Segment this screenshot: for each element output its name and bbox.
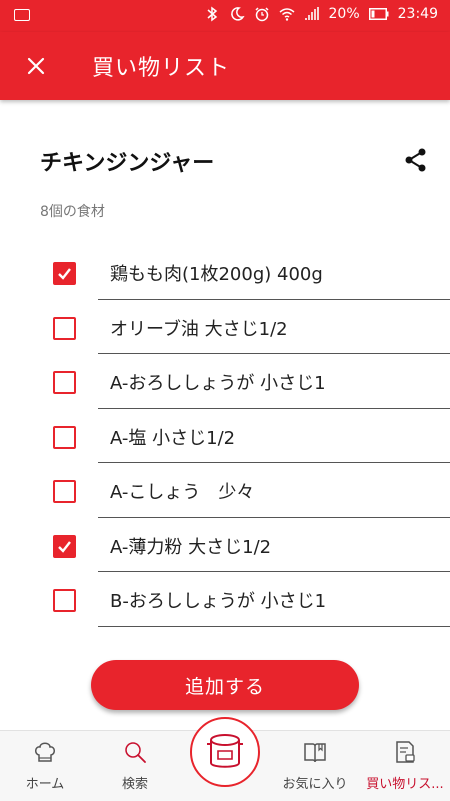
bluetooth-icon [207, 6, 217, 22]
nav-search-label: 検索 [121, 777, 148, 792]
close-icon[interactable] [22, 52, 50, 80]
ingredient-checkbox[interactable] [53, 262, 76, 285]
ingredient-checkbox[interactable] [53, 589, 76, 612]
page-title: 買い物リスト [92, 56, 231, 81]
battery-icon [368, 8, 389, 20]
ingredient-count: 8個の食材 [40, 204, 105, 220]
ingredient-label: A-こしょう 少々 [110, 482, 255, 503]
nav-shopping-list[interactable]: 買い物リス... [360, 731, 450, 801]
ingredient-list: 鶏もも肉(1枚200g) 400g オリーブ油 大さじ1/2 A-おろししょうが 小… [0, 245, 450, 650]
ingredient-label: A-薄力粉 大さじ1/2 [110, 536, 272, 558]
nav-search[interactable]: 検索 [90, 731, 180, 801]
list-item[interactable]: A-おろししょうが 小さじ1 [0, 354, 450, 409]
recipe-book-icon [304, 743, 326, 763]
nav-favorites-label: お気に入り [282, 777, 348, 792]
alarm-icon [254, 7, 269, 22]
nav-home-label: ホーム [25, 777, 65, 792]
ingredient-label: 鶏もも肉(1枚200g) 400g [110, 264, 323, 285]
status-icons: 20% 23:49 [204, 6, 438, 22]
app-bar: 買い物リスト [0, 32, 450, 100]
check-icon [58, 540, 71, 553]
ingredient-label: オリーブ油 大さじ1/2 [110, 318, 288, 340]
list-item[interactable]: 鶏もも肉(1枚200g) 400g [0, 245, 450, 300]
signal-icon [304, 7, 319, 20]
gallery-notification-icon [14, 9, 30, 21]
status-bar: 20% 23:49 [0, 0, 450, 32]
chef-hat-icon [35, 742, 55, 762]
shopping-list-icon [396, 741, 415, 763]
wifi-icon [279, 8, 295, 21]
nav-favorites[interactable]: お気に入り [270, 731, 360, 801]
nav-shopping-list-label: 買い物リス... [366, 777, 444, 792]
ingredient-checkbox[interactable] [53, 425, 76, 449]
check-icon [58, 268, 71, 280]
list-item[interactable]: A-こしょう 少々 [0, 463, 450, 518]
divider [98, 625, 450, 627]
share-icon[interactable] [402, 146, 430, 174]
list-item[interactable]: オリーブ油 大さじ1/2 [0, 300, 450, 354]
pressure-cooker-icon [207, 734, 243, 768]
do-not-disturb-moon-icon [230, 7, 245, 21]
ingredient-checkbox[interactable] [53, 316, 76, 340]
ingredient-checkbox[interactable] [53, 480, 76, 503]
ingredient-label: A-塩 小さじ1/2 [110, 427, 236, 449]
ingredient-label: B-おろししょうが 小さじ1 [110, 591, 327, 612]
cooker-center-button[interactable] [190, 717, 260, 787]
ingredient-label: A-おろししょうが 小さじ1 [110, 373, 326, 394]
ingredient-checkbox[interactable] [53, 371, 76, 394]
battery-percent: 20% [328, 6, 360, 22]
ingredient-checkbox[interactable] [53, 534, 76, 558]
list-item[interactable]: A-塩 小さじ1/2 [0, 409, 450, 463]
add-button[interactable]: 追加する [91, 660, 359, 710]
clock: 23:49 [397, 6, 438, 22]
recipe-title: チキンジンジャー [40, 151, 215, 176]
list-item[interactable]: A-薄力粉 大さじ1/2 [0, 518, 450, 572]
nav-home[interactable]: ホーム [0, 731, 90, 801]
search-icon [125, 742, 146, 763]
list-item[interactable]: B-おろししょうが 小さじ1 [0, 572, 450, 627]
